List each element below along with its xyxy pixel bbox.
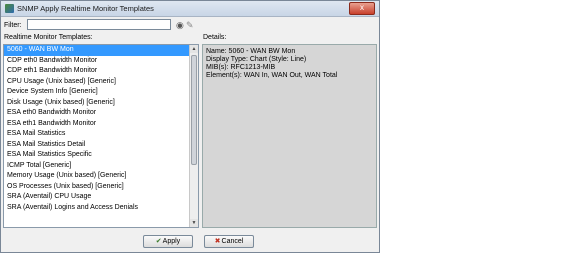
detail-line: Element(s): WAN In, WAN Out, WAN Total xyxy=(206,72,338,79)
list-item[interactable]: SRA (Aventail) CPU Usage xyxy=(4,192,189,203)
dialog-window: SNMP Apply Realtime Monitor Templates x … xyxy=(0,0,380,253)
list-item[interactable]: SRA (Aventail) Logins and Access Denials xyxy=(4,203,189,214)
list-item[interactable]: CDP eth1 Bandwidth Monitor xyxy=(4,66,189,77)
cancel-button[interactable]: ✖Cancel xyxy=(204,235,254,248)
list-item[interactable]: CDP eth0 Bandwidth Monitor xyxy=(4,56,189,67)
list-scrollbar[interactable]: ▲ ▼ xyxy=(189,45,198,227)
dialog-content: Filter: ◉ ✎ Realtime Monitor Templates: … xyxy=(1,17,379,252)
check-icon: ✔ xyxy=(155,238,162,245)
list-item[interactable]: ESA Mail Statistics Specific xyxy=(4,150,189,161)
detail-line: Name: 5060 - WAN BW Mon xyxy=(206,48,296,55)
list-item[interactable]: ICMP Total [Generic] xyxy=(4,161,189,172)
list-item[interactable]: Disk Usage (Unix based) [Generic] xyxy=(4,98,189,109)
list-item[interactable]: ESA Mail Statistics xyxy=(4,129,189,140)
list-item[interactable]: ESA eth0 Bandwidth Monitor xyxy=(4,108,189,119)
detail-line: Display Type: Chart (Style: Line) xyxy=(206,56,307,63)
cancel-label: Cancel xyxy=(221,238,244,245)
window-title: SNMP Apply Realtime Monitor Templates xyxy=(17,4,154,13)
scroll-up-arrow-icon[interactable]: ▲ xyxy=(190,45,198,53)
filter-label: Filter: xyxy=(4,22,22,29)
list-item[interactable]: CPU Usage (Unix based) [Generic] xyxy=(4,77,189,88)
list-item[interactable]: OS Processes (Unix based) [Generic] xyxy=(4,182,189,193)
close-button[interactable]: x xyxy=(349,2,375,15)
details-panel: Name: 5060 - WAN BW Mon Display Type: Cha… xyxy=(202,44,377,228)
details-lines: Name: 5060 - WAN BW Mon Display Type: Cha… xyxy=(203,48,337,80)
list-item[interactable]: 5060 - WAN BW Mon xyxy=(4,45,189,56)
eraser-icon[interactable]: ✎ xyxy=(186,20,194,31)
list-item[interactable]: Memory Usage (Unix based) [Generic] xyxy=(4,171,189,182)
templates-list-items: 5060 - WAN BW Mon CDP eth0 Bandwidth Moni… xyxy=(4,45,189,213)
filter-input[interactable] xyxy=(27,19,171,30)
templates-list[interactable]: 5060 - WAN BW Mon CDP eth0 Bandwidth Moni… xyxy=(3,44,199,228)
templates-list-label: Realtime Monitor Templates: xyxy=(4,34,93,41)
list-item[interactable]: ESA eth1 Bandwidth Monitor xyxy=(4,119,189,130)
details-label: Details: xyxy=(203,34,227,41)
scroll-down-arrow-icon[interactable]: ▼ xyxy=(190,219,198,227)
binoculars-icon[interactable]: ◉ xyxy=(176,20,184,31)
list-item[interactable]: ESA Mail Statistics Detail xyxy=(4,140,189,151)
list-item[interactable]: Device System Info [Generic] xyxy=(4,87,189,98)
apply-button[interactable]: ✔Apply xyxy=(143,235,193,248)
detail-line: MIB(s): RFC1213-MIB xyxy=(206,64,276,71)
apply-label: Apply xyxy=(162,238,181,245)
x-icon: ✖ xyxy=(214,238,221,245)
app-icon xyxy=(5,4,14,13)
scroll-thumb[interactable] xyxy=(191,55,197,165)
title-bar[interactable]: SNMP Apply Realtime Monitor Templates x xyxy=(1,1,379,17)
